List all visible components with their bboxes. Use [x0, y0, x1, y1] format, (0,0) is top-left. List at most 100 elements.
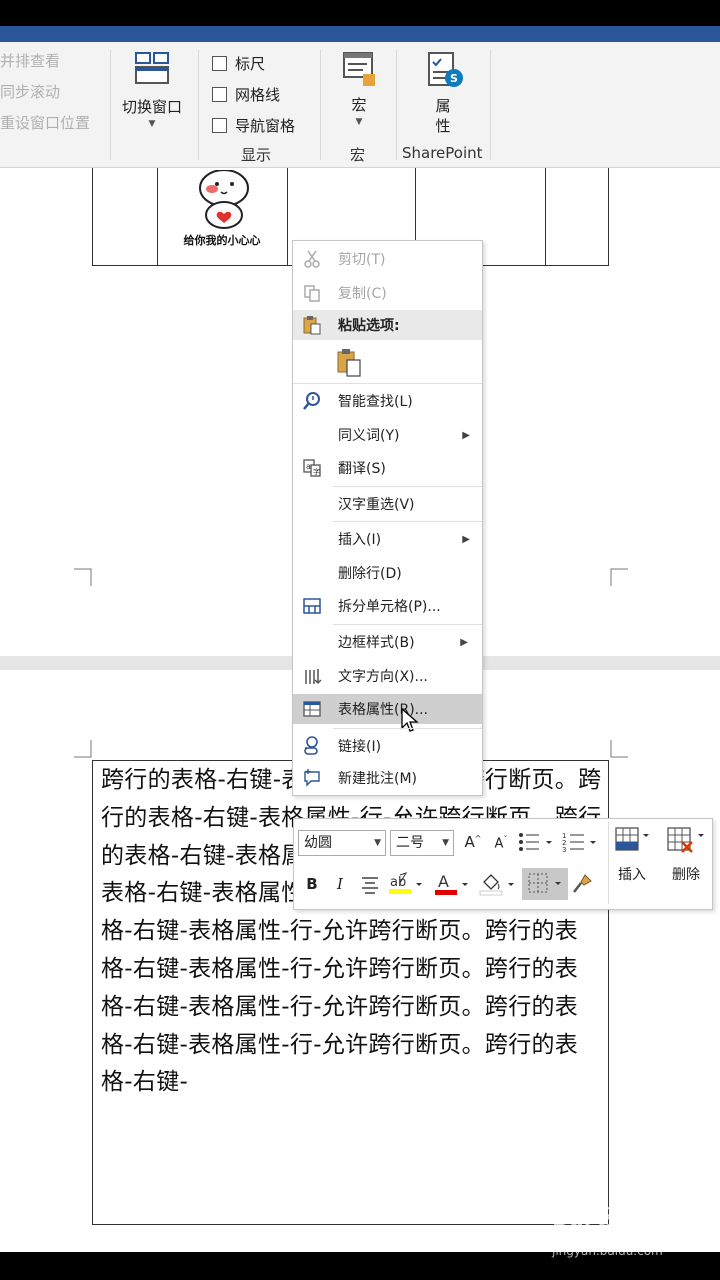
- menu-reconvert[interactable]: 汉字重选(V): [293, 489, 482, 519]
- menu-translate[interactable]: a字 翻译(S): [293, 453, 482, 483]
- mini-toolbar-divider: [608, 822, 609, 904]
- properties-button[interactable]: S 属性: [408, 50, 478, 136]
- checkbox-box[interactable]: [212, 56, 227, 71]
- shading-icon[interactable]: [478, 872, 518, 900]
- nav-pane-checkbox[interactable]: 导航窗格: [212, 110, 295, 141]
- menu-split-cells-label: 拆分单元格(P)...: [338, 599, 441, 615]
- font-size-combo[interactable]: 二号 ▼: [390, 830, 454, 856]
- table-properties-icon: [301, 698, 323, 720]
- delete-table-button[interactable]: 删除: [664, 824, 708, 884]
- menu-separator: [333, 521, 482, 522]
- menu-insert-label: 插入(I): [338, 532, 382, 548]
- menu-synonyms[interactable]: 同义词(Y) ▶: [293, 420, 482, 450]
- menu-copy-label: 复制(C): [338, 286, 387, 302]
- menu-separator: [293, 383, 482, 384]
- insert-table-button[interactable]: 插入: [612, 824, 652, 884]
- italic-icon[interactable]: I: [333, 875, 347, 893]
- shrink-font-icon[interactable]: Aˇ: [490, 835, 512, 851]
- sticker-image: 给你我的小心心: [158, 169, 286, 262]
- chevron-down-icon: ▼: [442, 838, 449, 848]
- paste-keep-text-button[interactable]: [293, 345, 482, 381]
- menu-paste-options-header: 粘贴选项:: [293, 310, 482, 340]
- menu-insert[interactable]: 插入(I) ▶: [293, 524, 482, 554]
- menu-new-comment[interactable]: 新建批注(M): [293, 763, 482, 793]
- nav-pane-label: 导航窗格: [235, 117, 296, 135]
- paste-icon: [335, 348, 365, 378]
- font-color-icon[interactable]: A: [434, 872, 472, 900]
- menu-table-properties[interactable]: 表格属性(R)...: [293, 694, 482, 732]
- table-cell-text[interactable]: 跨行的表格-右键-表格属性-行-允许跨行断页。跨行的表格-右键-表格属性-行-允…: [101, 762, 604, 1102]
- menu-cut-label: 剪切(T): [338, 252, 386, 268]
- chevron-down-icon: ▼: [355, 117, 363, 127]
- macro-label: 宏: [351, 96, 367, 114]
- link-icon: [301, 735, 323, 757]
- reset-window-button[interactable]: 重设窗口位置: [0, 112, 110, 143]
- checkbox-box[interactable]: [212, 118, 227, 133]
- chevron-down-icon: ▼: [148, 119, 156, 129]
- delete-table-icon: [667, 827, 704, 853]
- ribbon-divider: [490, 50, 491, 160]
- numbering-icon[interactable]: 123: [562, 830, 602, 858]
- ribbon-divider: [198, 50, 199, 160]
- menu-smart-lookup-label: 智能查找(L): [338, 394, 413, 410]
- menu-smart-lookup[interactable]: 智能查找(L): [293, 386, 482, 416]
- menu-new-comment-label: 新建批注(M): [338, 771, 418, 787]
- font-size-value: 二号: [396, 835, 424, 851]
- svg-text:3: 3: [562, 846, 566, 854]
- bold-icon[interactable]: B: [305, 875, 319, 893]
- ribbon-divider: [320, 50, 321, 160]
- menu-delete-row[interactable]: 删除行(D): [293, 558, 482, 588]
- delete-label: 删除: [672, 867, 700, 883]
- sharepoint-group-label: SharePoint: [402, 144, 483, 162]
- font-name-value: 幼圆: [304, 835, 332, 851]
- crop-mark: [610, 568, 628, 586]
- menu-translate-label: 翻译(S): [338, 461, 386, 477]
- table-column-line: [287, 168, 288, 265]
- format-painter-icon[interactable]: [570, 872, 596, 900]
- window-group: 并排查看 同步滚动 重设窗口位置: [0, 50, 110, 143]
- checkbox-box[interactable]: [212, 87, 227, 102]
- crop-mark: [74, 740, 92, 758]
- borders-icon[interactable]: [522, 868, 568, 900]
- top-bar: [0, 0, 720, 26]
- switch-window-button[interactable]: 切换窗口 ▼: [114, 50, 190, 129]
- menu-split-cells[interactable]: 拆分单元格(P)...: [293, 591, 482, 621]
- new-comment-icon: [301, 767, 323, 789]
- context-menu: 剪切(T) 复制(C) 粘贴选项: 智能查找(L) 同义词(Y) ▶ a字 翻译…: [292, 240, 483, 796]
- menu-border-styles-label: 边框样式(B): [338, 635, 415, 651]
- menu-cut[interactable]: 剪切(T): [293, 244, 482, 274]
- macro-button[interactable]: 宏 ▼: [330, 50, 388, 127]
- svg-text:字: 字: [313, 467, 320, 476]
- table-column-line: [545, 168, 546, 265]
- center-align-icon[interactable]: [358, 873, 382, 899]
- highlight-color-icon[interactable]: ab: [388, 872, 426, 900]
- smart-lookup-icon: [301, 390, 323, 412]
- menu-separator: [333, 728, 482, 729]
- side-by-side-button[interactable]: 并排查看: [0, 50, 110, 81]
- gridlines-checkbox[interactable]: 网格线: [212, 79, 295, 110]
- menu-paste-options-label: 粘贴选项:: [338, 318, 400, 334]
- chevron-right-icon: ▶: [462, 429, 470, 441]
- insert-table-icon: [615, 827, 649, 851]
- font-name-combo[interactable]: 幼圆 ▼: [298, 830, 386, 856]
- menu-link[interactable]: 链接(I): [293, 731, 482, 761]
- ruler-label: 标尺: [235, 55, 266, 73]
- properties-label: 属性: [435, 97, 451, 135]
- crop-mark: [74, 568, 92, 586]
- scissors-icon: [301, 248, 323, 270]
- ruler-checkbox[interactable]: 标尺: [212, 48, 295, 79]
- clipboard-icon: [301, 314, 323, 336]
- chevron-right-icon: ▶: [460, 636, 468, 648]
- menu-copy[interactable]: 复制(C): [293, 278, 482, 308]
- menu-link-label: 链接(I): [338, 739, 382, 755]
- menu-border-styles[interactable]: 边框样式(B) ▶: [293, 627, 482, 657]
- watermark-logo: Bai 经验: [552, 1206, 643, 1231]
- ribbon-divider: [396, 50, 397, 160]
- ribbon-divider: [110, 50, 111, 160]
- insert-label: 插入: [618, 867, 646, 883]
- sync-scroll-button[interactable]: 同步滚动: [0, 81, 110, 112]
- menu-text-direction[interactable]: 文字方向(X)...: [293, 661, 482, 691]
- bullets-icon[interactable]: [517, 830, 557, 858]
- grow-font-icon[interactable]: A^: [462, 833, 484, 851]
- svg-text:a: a: [306, 462, 311, 471]
